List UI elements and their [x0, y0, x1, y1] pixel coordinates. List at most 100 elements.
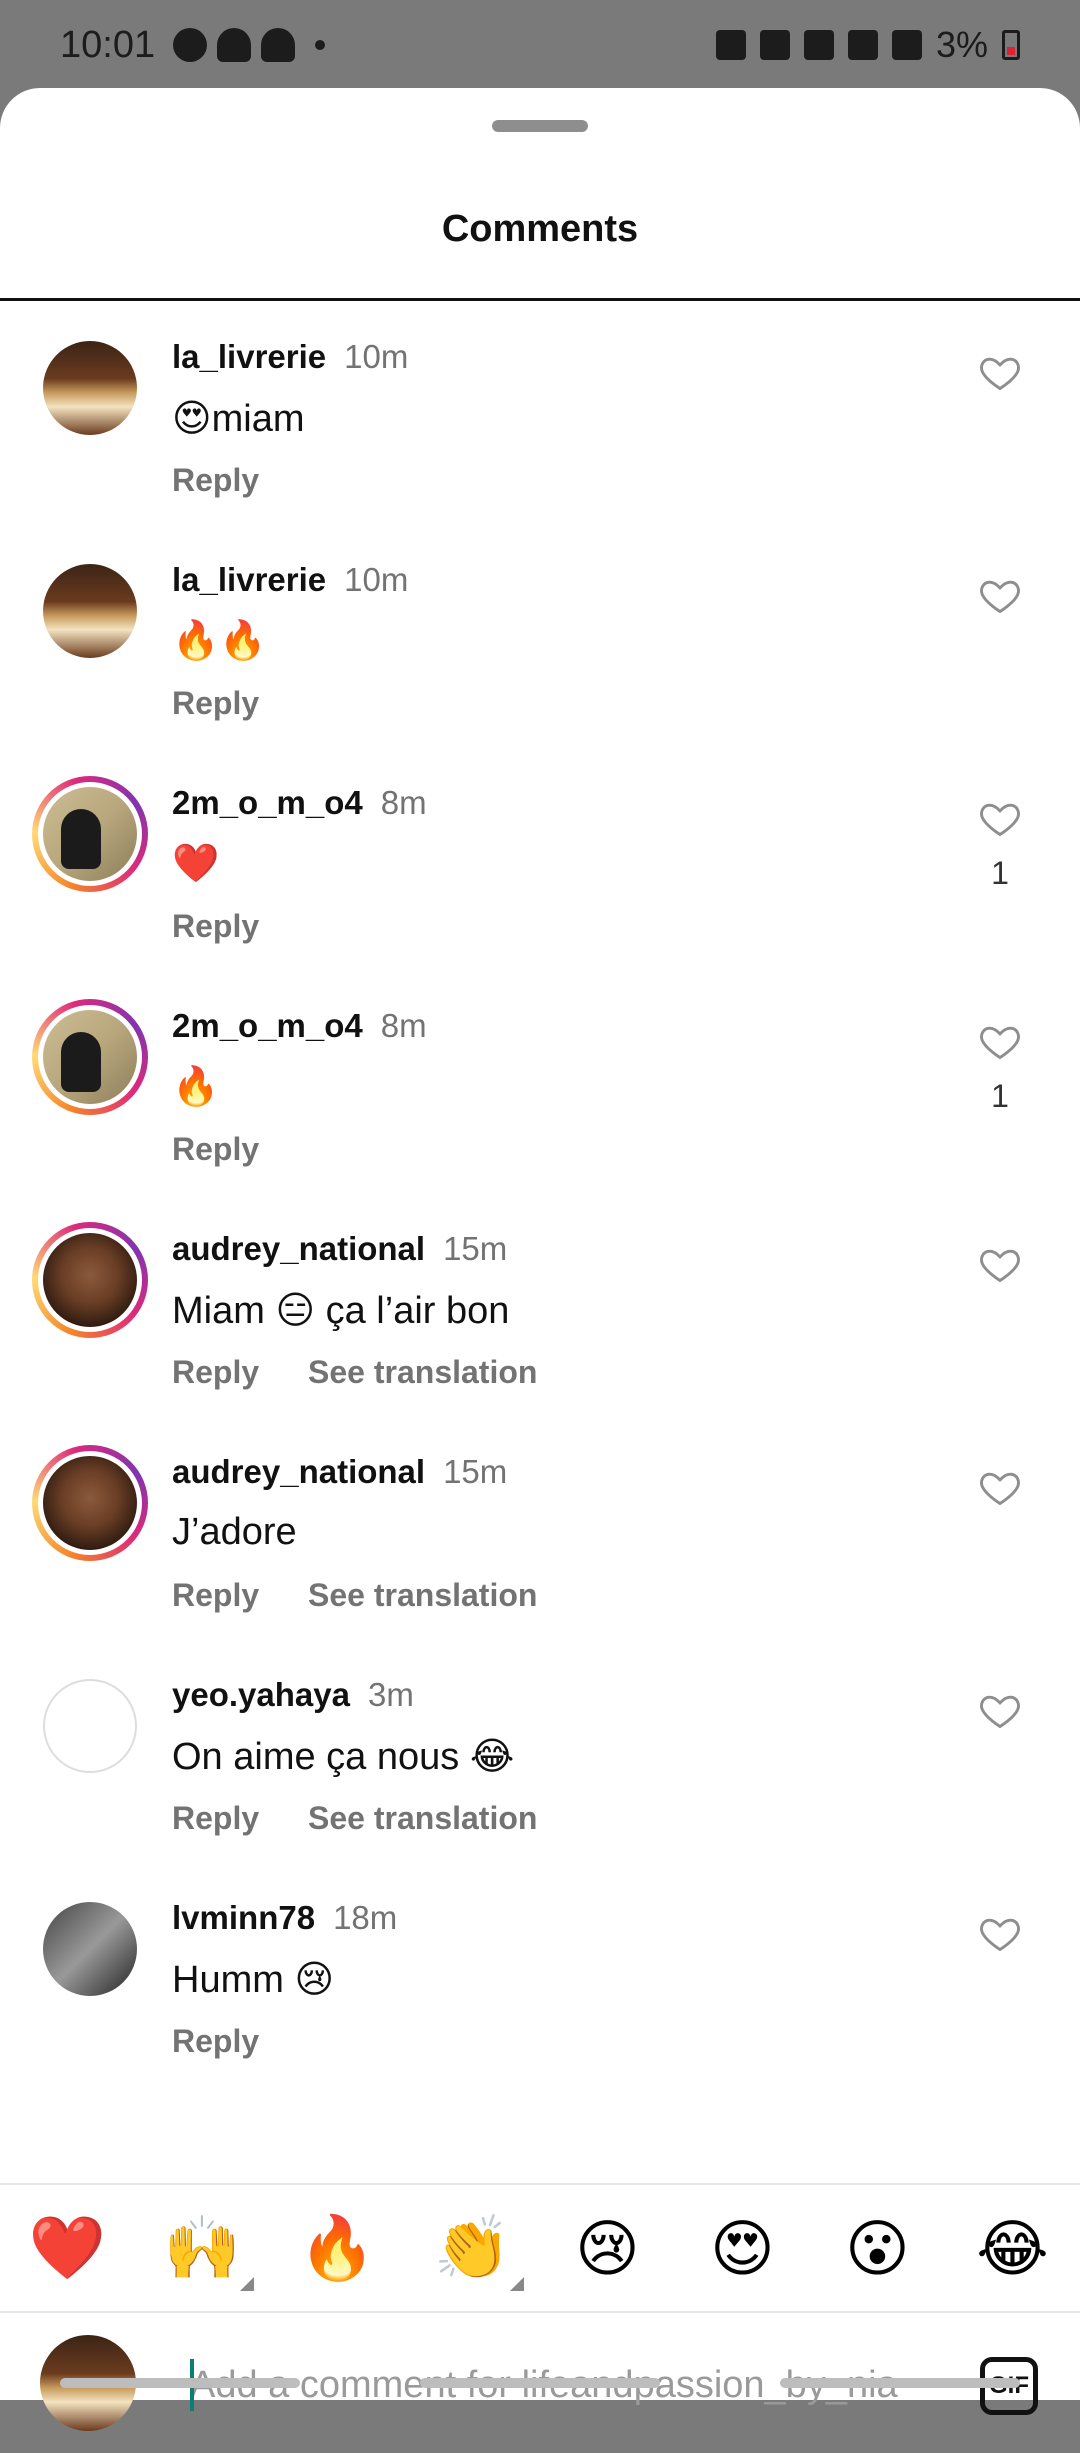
comment-list[interactable]: la_livrerie 10m 😍miam Reply la_livrerie 10…	[0, 310, 1080, 2094]
reply-button[interactable]: Reply	[172, 685, 259, 721]
user-avatar	[43, 787, 137, 881]
surprised-face-emoji-button[interactable]: 😮	[833, 2212, 923, 2285]
comment-item: audrey_national 15m Miam 😑 ça l’air bon R…	[0, 1202, 1080, 1425]
fire-emoji-button[interactable]: 🔥	[293, 2212, 383, 2285]
comment-text: J’adore	[172, 1511, 297, 1553]
comment-timestamp: 15m	[443, 1453, 508, 1490]
status-bar: 10:01 3%	[0, 0, 1080, 90]
comment-item: la_livrerie 10m 😍miam Reply	[0, 310, 1080, 533]
comment-actions: Reply	[172, 908, 259, 945]
wifi-icon	[803, 30, 834, 60]
heart-icon[interactable]	[978, 1688, 1022, 1732]
username-text[interactable]: yeo.yahaya	[172, 1676, 350, 1713]
username-text[interactable]: audrey_national	[172, 1230, 425, 1267]
comment-item: yeo.yahaya 3m On aime ça nous 😂 Reply See…	[0, 1648, 1080, 1871]
comment-item: la_livrerie 10m 🔥🔥 Reply	[0, 533, 1080, 756]
tears-of-joy-emoji-button[interactable]: 😂	[968, 2212, 1058, 2285]
like-control: 1	[970, 1019, 1030, 1115]
like-control	[970, 1688, 1030, 1737]
see-translation-button[interactable]: See translation	[308, 1800, 537, 1836]
comment-text: 🔥🔥	[172, 620, 267, 662]
nav-recents[interactable]	[60, 2377, 300, 2388]
drag-handle[interactable]	[492, 120, 588, 132]
user-avatar	[43, 1456, 137, 1550]
comment-timestamp: 10m	[344, 561, 409, 598]
like-control: 1	[970, 796, 1030, 892]
heart-icon[interactable]	[978, 1911, 1022, 1955]
like-control	[970, 1465, 1030, 1514]
heart-icon[interactable]	[978, 1019, 1022, 1063]
red-heart-emoji-button[interactable]: ❤️	[23, 2212, 113, 2285]
username-text[interactable]: audrey_national	[172, 1453, 425, 1490]
comment-timestamp: 15m	[443, 1230, 508, 1267]
crying-face-emoji-button[interactable]: 😢	[563, 2212, 653, 2285]
comment-timestamp: 18m	[333, 1899, 398, 1936]
avatar-ring[interactable]	[32, 1891, 148, 2007]
avatar-ring[interactable]	[32, 776, 148, 892]
comment-username[interactable]: audrey_national 15m	[172, 1230, 507, 1268]
comment-username[interactable]: yeo.yahaya 3m	[172, 1676, 414, 1714]
avatar-ring[interactable]	[32, 1668, 148, 1784]
avatar-ring[interactable]	[32, 1222, 148, 1338]
comment-username[interactable]: audrey_national 15m	[172, 1453, 507, 1491]
comments-sheet: Comments la_livrerie 10m 😍miam Reply la_…	[0, 88, 1080, 2431]
heart-eyes-emoji-button[interactable]: 😍	[698, 2212, 788, 2285]
comment-username[interactable]: la_livrerie 10m	[172, 561, 408, 599]
heart-icon[interactable]	[978, 1465, 1022, 1509]
signal-icon	[847, 30, 878, 60]
battery-icon	[1002, 30, 1020, 60]
avatar-ring[interactable]	[32, 999, 148, 1115]
emoji-reaction-bar: ❤️ 🙌 🔥 👏 😢 😍 😮 😂	[0, 2183, 1080, 2313]
reply-button[interactable]: Reply	[172, 1354, 259, 1390]
comment-timestamp: 3m	[367, 1676, 414, 1713]
comment-item: 2m_o_m_o4 8m ❤️ Reply 1	[0, 756, 1080, 979]
avatar-ring[interactable]	[32, 1445, 148, 1561]
signal-icon	[891, 30, 922, 60]
like-control	[970, 1911, 1030, 1960]
see-translation-button[interactable]: See translation	[308, 1354, 537, 1390]
comment-item: 2m_o_m_o4 8m 🔥 Reply 1	[0, 979, 1080, 1202]
mute-icon	[759, 30, 790, 60]
nav-back[interactable]	[780, 2377, 1020, 2388]
heart-icon[interactable]	[978, 350, 1022, 394]
heart-icon[interactable]	[978, 573, 1022, 617]
reply-button[interactable]: Reply	[172, 1800, 259, 1836]
reply-button[interactable]: Reply	[172, 1131, 259, 1167]
comment-timestamp: 8m	[380, 1007, 427, 1044]
reply-button[interactable]: Reply	[172, 2023, 259, 2059]
comment-username[interactable]: 2m_o_m_o4 8m	[172, 784, 427, 822]
comment-username[interactable]: 2m_o_m_o4 8m	[172, 1007, 427, 1045]
username-text[interactable]: la_livrerie	[172, 338, 326, 375]
like-count: 1	[991, 855, 1009, 891]
see-translation-button[interactable]: See translation	[308, 1577, 537, 1613]
username-text[interactable]: 2m_o_m_o4	[172, 784, 363, 821]
comment-text: ❤️	[172, 843, 220, 885]
raised-hands-emoji-button[interactable]: 🙌	[158, 2212, 254, 2291]
reply-button[interactable]: Reply	[172, 908, 259, 944]
nav-home[interactable]	[420, 2377, 660, 2388]
comment-username[interactable]: la_livrerie 10m	[172, 338, 408, 376]
like-control	[970, 1242, 1030, 1291]
avatar-ring[interactable]	[32, 553, 148, 669]
clapping-hands-emoji-button[interactable]: 👏	[428, 2212, 524, 2291]
username-text[interactable]: la_livrerie	[172, 561, 326, 598]
comment-username[interactable]: lvminn78 18m	[172, 1899, 397, 1937]
user-avatar	[43, 341, 137, 435]
reply-button[interactable]: Reply	[172, 462, 259, 498]
shazam-icon	[173, 28, 208, 62]
username-text[interactable]: 2m_o_m_o4	[172, 1007, 363, 1044]
heart-icon[interactable]	[978, 796, 1022, 840]
alarm-icon	[715, 30, 746, 60]
comment-actions: Reply	[172, 685, 259, 722]
avatar-ring[interactable]	[32, 330, 148, 446]
like-control	[970, 350, 1030, 399]
heart-icon[interactable]	[978, 1242, 1022, 1286]
comment-actions: Reply See translation	[172, 1354, 537, 1391]
like-control	[970, 573, 1030, 622]
system-nav-bar	[0, 2365, 1080, 2400]
comment-actions: Reply See translation	[172, 1800, 537, 1837]
reply-button[interactable]: Reply	[172, 1577, 259, 1613]
comment-actions: Reply	[172, 2023, 259, 2060]
comment-text: Miam 😑 ça l’air bon	[172, 1290, 510, 1332]
username-text[interactable]: lvminn78	[172, 1899, 315, 1936]
